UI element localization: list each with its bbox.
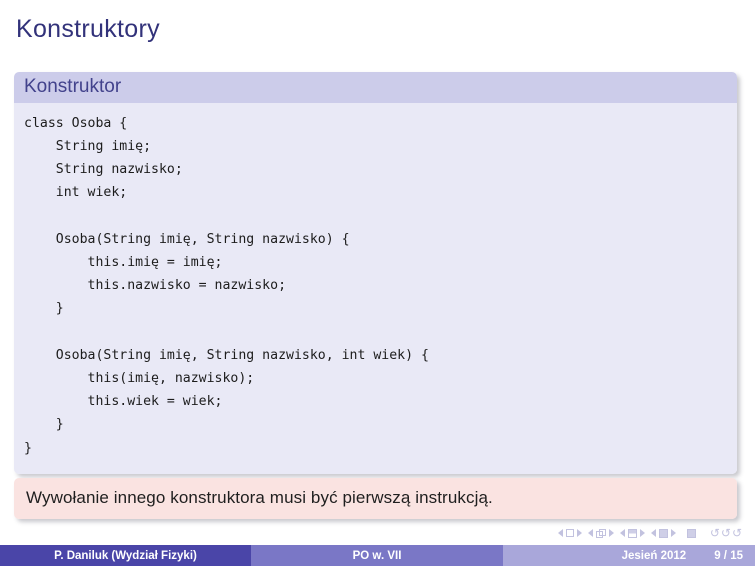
code-block: Konstruktor class Osoba { String imię; S… [14,72,737,474]
footer-page-number: 9 / 15 [714,549,743,562]
footer-title: PO w. VII [251,545,503,566]
page-title: Konstruktory [16,15,160,43]
back-forward-search-icons[interactable]: ↺↺↺ [710,526,743,540]
subsection-icon [627,528,637,538]
next-section-icon[interactable] [670,529,676,537]
document-icon[interactable] [686,528,696,538]
nav-section-group[interactable] [650,528,676,538]
frame-icon [595,528,606,538]
prev-section-icon[interactable] [650,529,656,537]
nav-subsection-group[interactable] [619,528,645,538]
prev-frame-icon[interactable] [587,529,593,537]
code-block-body: class Osoba { String imię; String nazwis… [14,102,737,474]
code-listing: class Osoba { String imię; String nazwis… [24,115,429,456]
prev-subsection-icon[interactable] [619,529,625,537]
alert-block-text: Wywołanie innego konstruktora musi być p… [14,478,737,519]
alert-block: Wywołanie innego konstruktora musi być p… [14,478,737,519]
nav-frame-group[interactable] [587,528,614,538]
footer-author: P. Daniluk (Wydział Fizyki) [0,545,251,566]
navigation-symbols[interactable]: ↺↺↺ [557,524,743,542]
footer-date: Jesień 2012 [621,549,687,562]
next-subsection-icon[interactable] [639,529,645,537]
footer-date-section: Jesień 2012 9 / 15 [503,545,755,566]
footer-bar: P. Daniluk (Wydział Fizyki) PO w. VII Je… [0,545,755,566]
code-block-heading: Konstruktor [14,72,737,103]
next-frame-icon[interactable] [608,529,614,537]
section-icon [658,528,668,538]
slide-icon [565,529,574,537]
nav-slide-group[interactable] [557,529,582,537]
next-slide-icon[interactable] [576,529,582,537]
prev-slide-icon[interactable] [557,529,563,537]
